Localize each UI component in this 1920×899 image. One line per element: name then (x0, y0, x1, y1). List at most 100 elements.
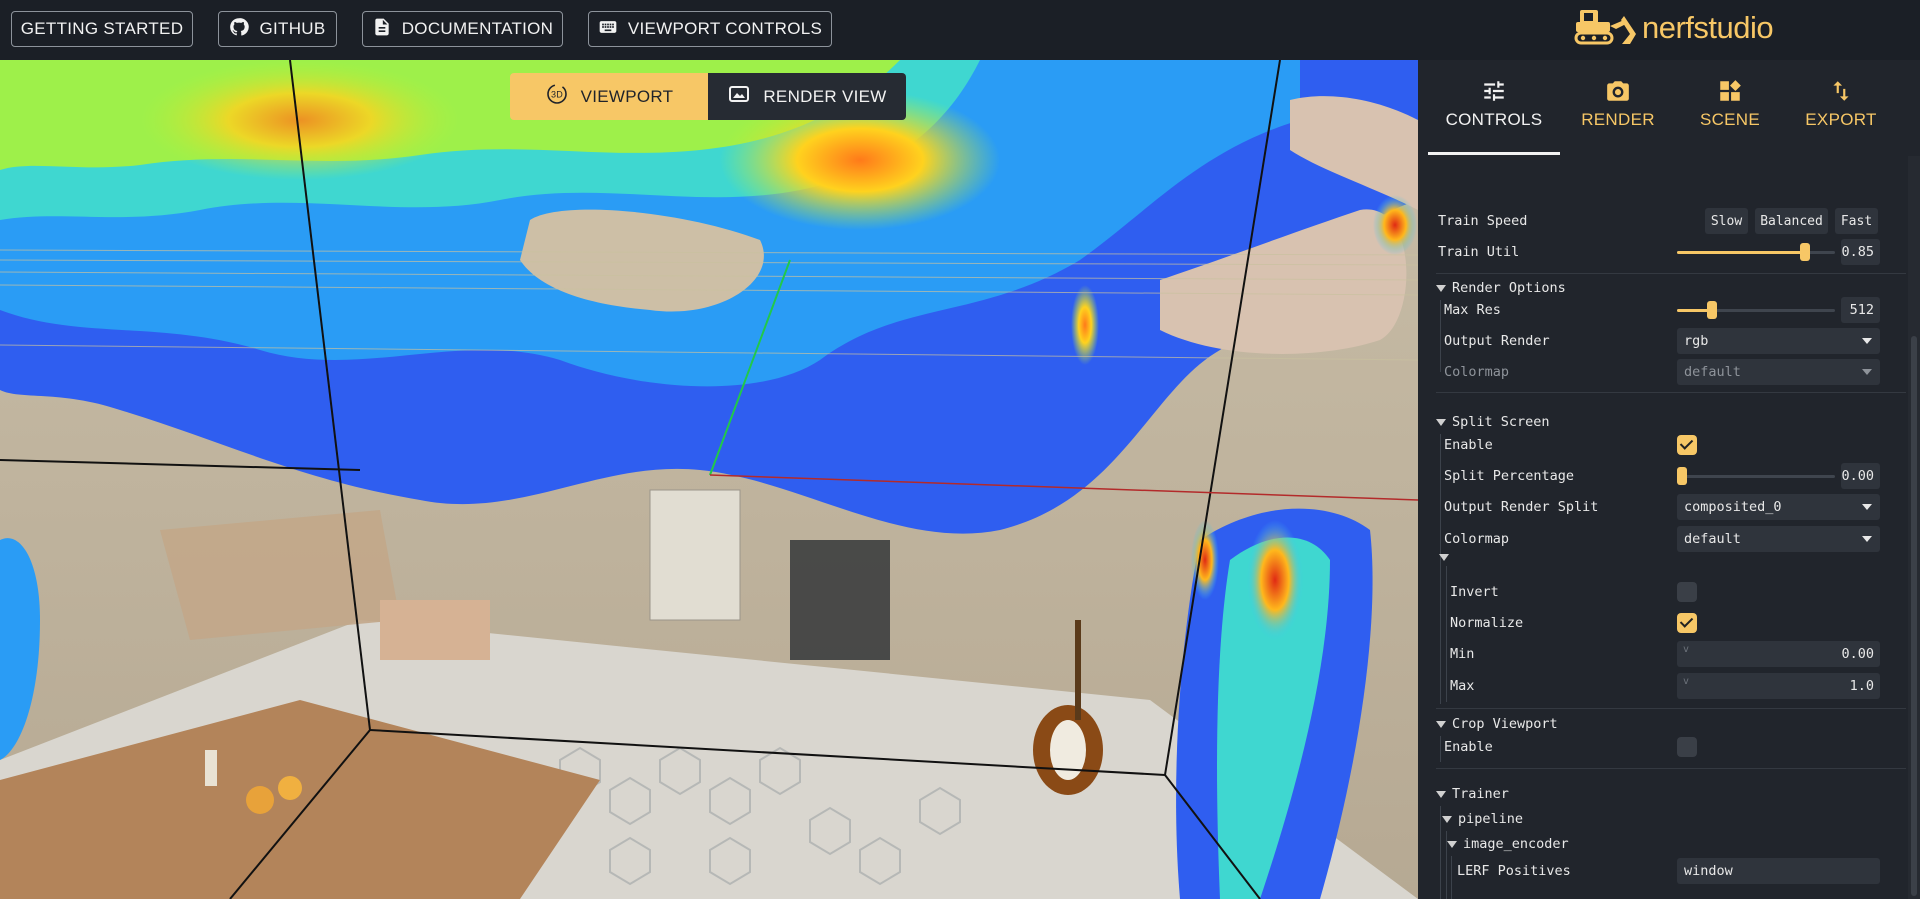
invert-label: Invert (1450, 584, 1499, 600)
split-colormap-select[interactable]: default (1677, 526, 1880, 552)
max-input[interactable]: v 1.0 (1677, 673, 1880, 699)
max-res-row: Max Res 512 (1418, 297, 1908, 323)
fast-label: Fast (1840, 213, 1873, 229)
split-percentage-value-text: 0.00 (1841, 468, 1874, 484)
colormap-options-folder[interactable] (1439, 554, 1449, 561)
trainer-folder[interactable]: Trainer (1436, 786, 1509, 802)
nerfstudio-logo[interactable]: nerfstudio (1574, 8, 1774, 48)
split-screen-title: Split Screen (1452, 414, 1550, 430)
max-res-value[interactable]: 512 (1841, 297, 1880, 323)
pipeline-folder[interactable]: pipeline (1442, 811, 1523, 827)
control-panel: CONTROLS RENDER SCENE EXPORT Train Speed… (1418, 60, 1920, 899)
crop-enable-checkbox[interactable] (1677, 737, 1697, 757)
tab-render-label: RENDER (1581, 110, 1655, 129)
train-speed-balanced-button[interactable]: Balanced (1755, 208, 1828, 234)
active-tab-indicator (1428, 152, 1560, 155)
tab-scene[interactable]: SCENE (1670, 78, 1790, 130)
tab-scene-label: SCENE (1699, 110, 1761, 129)
camera-icon (1558, 78, 1678, 104)
viewport-toggle-button[interactable]: 3D VIEWPORT (510, 73, 708, 120)
train-speed-slow-button[interactable]: Slow (1705, 208, 1748, 234)
split-colormap-row: Colormap default (1418, 526, 1908, 552)
image-icon (727, 82, 751, 111)
viewport-controls-button[interactable]: VIEWPORT CONTROLS (588, 11, 832, 47)
documentation-button[interactable]: DOCUMENTATION (362, 11, 563, 47)
split-screen-folder[interactable]: Split Screen (1436, 414, 1550, 430)
image-encoder-folder[interactable]: image_encoder (1447, 836, 1569, 852)
train-speed-row: Train Speed Slow Balanced Fast (1418, 208, 1908, 234)
invert-row: Invert (1418, 579, 1908, 605)
tab-export[interactable]: EXPORT (1781, 78, 1901, 130)
split-percentage-label: Split Percentage (1444, 468, 1575, 484)
tab-render[interactable]: RENDER (1558, 78, 1678, 130)
render-view-toggle-label: RENDER VIEW (763, 86, 887, 106)
document-icon (372, 17, 392, 42)
tab-controls[interactable]: CONTROLS (1434, 78, 1554, 130)
github-label: GITHUB (259, 19, 326, 38)
min-row: Min v 0.00 (1418, 641, 1908, 667)
top-bar: GETTING STARTED GITHUB DOCUMENTATION VIE… (0, 0, 1920, 60)
panel-tabs: CONTROLS RENDER SCENE EXPORT (1418, 60, 1920, 156)
caret-down-icon (1442, 815, 1452, 823)
min-label: Min (1450, 646, 1475, 662)
crop-viewport-title: Crop Viewport (1452, 716, 1558, 732)
output-render-split-select[interactable]: composited_0 (1677, 494, 1880, 520)
output-render-split-value: composited_0 (1684, 499, 1782, 515)
trainer-title: Trainer (1452, 786, 1509, 802)
logo-text: nerfstudio (1642, 10, 1774, 45)
sliders-icon (1434, 78, 1554, 104)
render-view-toggle-button[interactable]: RENDER VIEW (708, 73, 906, 120)
train-speed-fast-button[interactable]: Fast (1835, 208, 1878, 234)
lerf-positives-input[interactable]: window (1677, 858, 1880, 884)
caret-down-icon (1447, 840, 1457, 848)
dropdown-arrow-icon (1862, 338, 1872, 344)
split-enable-row: Enable (1418, 432, 1908, 458)
train-util-slider-thumb[interactable] (1800, 243, 1810, 261)
invert-checkbox[interactable] (1677, 582, 1697, 602)
max-res-slider-thumb[interactable] (1707, 301, 1717, 319)
dropdown-arrow-icon (1862, 504, 1872, 510)
balanced-label: Balanced (1760, 213, 1823, 229)
output-render-select[interactable]: rgb (1677, 328, 1880, 354)
train-speed-label: Train Speed (1438, 213, 1528, 229)
divider (1436, 768, 1906, 769)
normalize-checkbox[interactable] (1677, 613, 1697, 633)
output-render-split-label: Output Render Split (1444, 499, 1599, 515)
normalize-label: Normalize (1450, 615, 1524, 631)
documentation-label: DOCUMENTATION (401, 19, 554, 38)
train-util-slider-fill (1677, 251, 1805, 254)
train-util-value[interactable]: 0.85 (1841, 239, 1880, 265)
split-percentage-value[interactable]: 0.00 (1841, 463, 1880, 489)
split-enable-checkbox[interactable] (1677, 435, 1697, 455)
train-util-label: Train Util (1438, 244, 1520, 260)
3d-viewport[interactable]: 3D VIEWPORT RENDER VIEW (0, 60, 1418, 899)
view-toggle: 3D VIEWPORT RENDER VIEW (510, 73, 906, 120)
min-prefix: v (1683, 644, 1690, 655)
panel-scrollbar-thumb[interactable] (1911, 336, 1917, 896)
render-options-folder[interactable]: Render Options (1436, 280, 1566, 296)
panel-scrollbar[interactable] (1908, 156, 1920, 899)
max-res-slider-fill (1677, 309, 1711, 312)
max-res-value-text: 512 (1849, 302, 1874, 318)
caret-down-icon (1439, 554, 1449, 561)
min-input[interactable]: v 0.00 (1677, 641, 1880, 667)
crop-enable-label: Enable (1444, 739, 1493, 755)
split-percentage-slider-track[interactable] (1677, 475, 1835, 478)
render-options-title: Render Options (1452, 280, 1566, 296)
image-encoder-title: image_encoder (1463, 836, 1569, 852)
output-render-label: Output Render (1444, 333, 1550, 349)
min-value: 0.00 (1841, 646, 1874, 662)
slow-label: Slow (1710, 213, 1743, 229)
colormap-select-disabled: default (1677, 359, 1880, 385)
getting-started-label: GETTING STARTED (20, 19, 184, 38)
scene-render[interactable] (0, 60, 1418, 899)
crop-viewport-folder[interactable]: Crop Viewport (1436, 716, 1558, 732)
getting-started-button[interactable]: GETTING STARTED (11, 11, 193, 47)
keyboard-icon (598, 17, 618, 42)
github-button[interactable]: GITHUB (218, 11, 337, 47)
dropdown-arrow-icon (1862, 536, 1872, 542)
split-percentage-slider-thumb[interactable] (1677, 467, 1687, 485)
max-row: Max v 1.0 (1418, 673, 1908, 699)
split-enable-label: Enable (1444, 437, 1493, 453)
max-prefix: v (1683, 676, 1690, 687)
